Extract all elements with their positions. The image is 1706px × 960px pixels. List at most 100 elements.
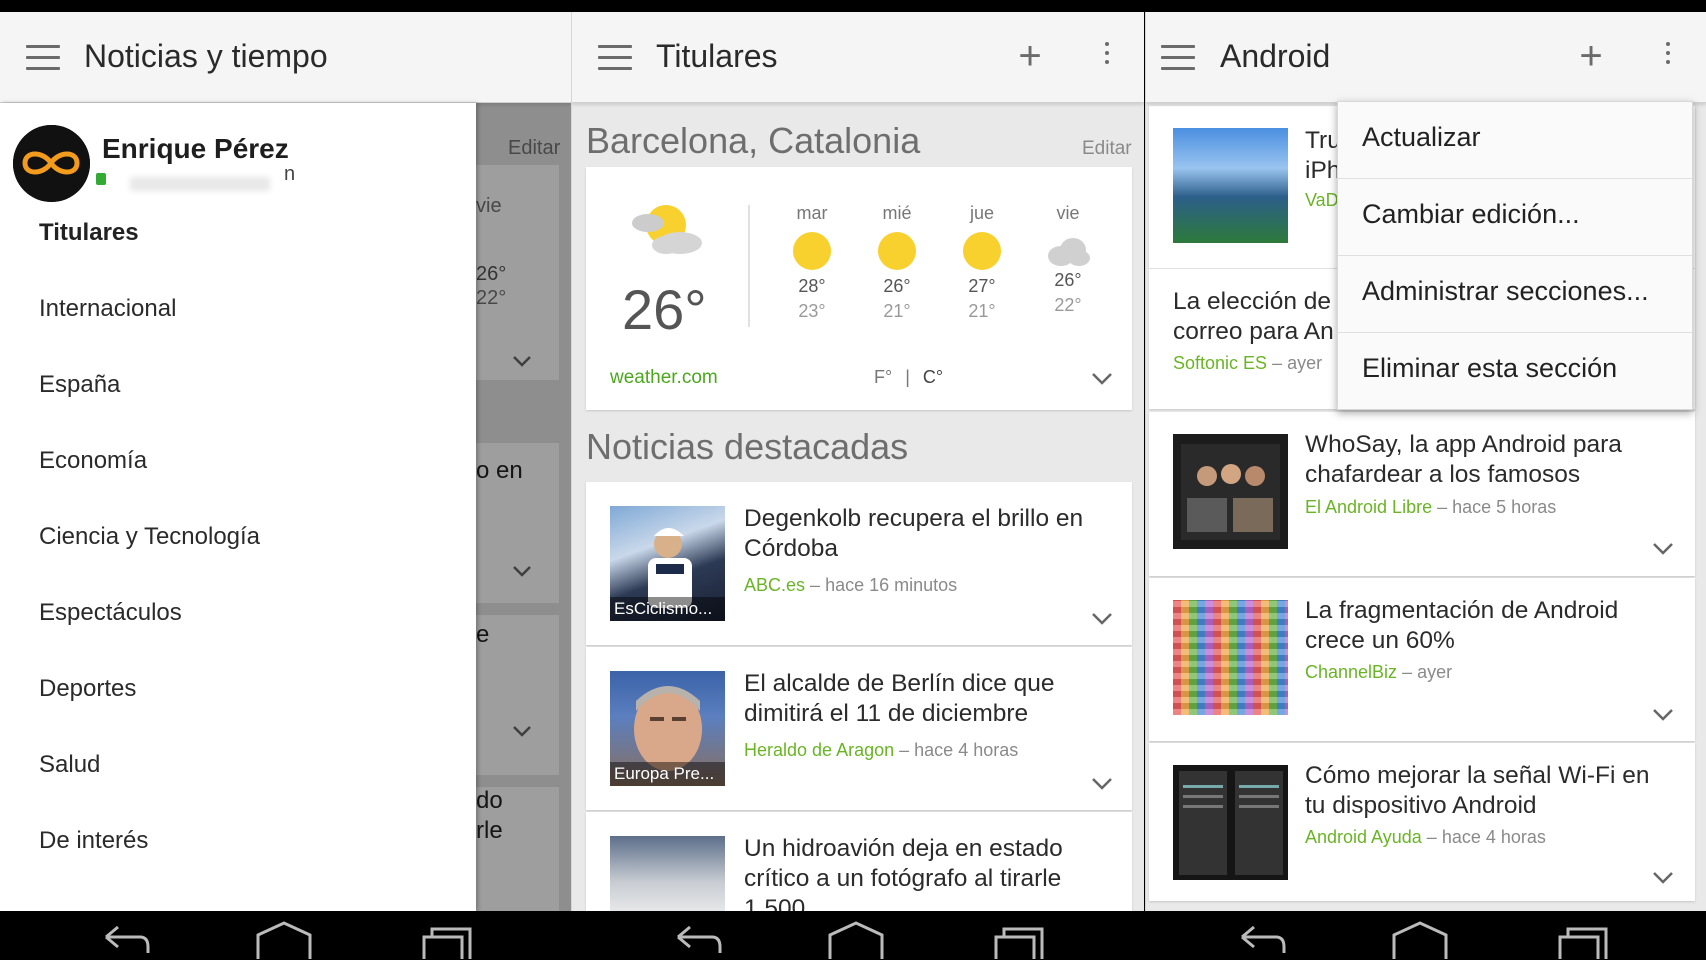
current-temperature: 26°: [622, 278, 707, 341]
navigation-drawer: Enrique Pérez n Titulares Internacional …: [0, 103, 476, 911]
news-title[interactable]: WhoSay, la app Android para chafardear a…: [1305, 430, 1675, 490]
partly-cloudy-icon: [632, 205, 702, 254]
recents-icon[interactable]: [1554, 919, 1614, 959]
forecast-day: vie 26° 22°: [1038, 203, 1098, 316]
nav-item-ciencia[interactable]: Ciencia y Tecnología: [39, 523, 260, 551]
news-card[interactable]: WhoSay, la app Android para chafardear a…: [1149, 412, 1695, 576]
overflow-menu: Actualizar Cambiar edición... Administra…: [1337, 101, 1693, 410]
news-card[interactable]: La fragmentación de Android crece un 60%…: [1149, 578, 1695, 741]
menu-icon[interactable]: [26, 45, 60, 71]
chevron-down-icon[interactable]: [1652, 708, 1674, 722]
home-icon[interactable]: [826, 919, 886, 959]
sun-icon: [793, 232, 831, 270]
nav-item-economia[interactable]: Economía: [39, 447, 147, 475]
forecast-day: mié 26° 21°: [867, 203, 927, 322]
news-source[interactable]: Heraldo de Aragon: [744, 740, 894, 760]
back-icon[interactable]: [1232, 919, 1292, 959]
avatar[interactable]: [13, 125, 90, 202]
news-title[interactable]: El alcalde de Berlín dice que dimitirá e…: [744, 669, 1114, 729]
news-thumbnail: [1173, 765, 1288, 880]
news-source[interactable]: ABC.es: [744, 575, 805, 595]
chevron-down-icon[interactable]: [1091, 612, 1113, 626]
recents-icon[interactable]: [418, 919, 478, 959]
news-title[interactable]: Un hidroavión deja en estado crítico a u…: [744, 834, 1114, 911]
thumbnail-caption: Europa Pre...: [610, 762, 725, 786]
news-meta: Softonic ES – ayer: [1173, 353, 1322, 374]
news-source[interactable]: Android Ayuda: [1305, 827, 1422, 847]
add-icon[interactable]: +: [1012, 36, 1048, 76]
fahrenheit-option[interactable]: F°: [874, 367, 892, 387]
add-icon[interactable]: +: [1573, 36, 1609, 76]
app-bar: Android +: [1146, 12, 1706, 103]
nav-item-titulares[interactable]: Titulares: [39, 219, 139, 247]
app-title: Titulares: [656, 38, 778, 74]
news-thumbnail: EsCiclismo...: [610, 506, 725, 621]
more-vert-icon[interactable]: [1662, 42, 1674, 72]
news-source[interactable]: El Android Libre: [1305, 497, 1432, 517]
day-low: 21°: [968, 301, 996, 321]
sun-icon: [963, 232, 1001, 270]
news-source[interactable]: ChannelBiz: [1305, 662, 1397, 682]
menu-item-eliminar-seccion[interactable]: Eliminar esta sección: [1338, 333, 1692, 410]
user-name: Enrique Pérez: [102, 133, 289, 164]
news-card[interactable]: Cómo mejorar la señal Wi-Fi en tu dispos…: [1149, 743, 1695, 901]
back-icon[interactable]: [668, 919, 728, 959]
menu-item-actualizar[interactable]: Actualizar: [1338, 102, 1692, 179]
more-vert-icon[interactable]: [1101, 42, 1113, 72]
menu-item-cambiar-edicion[interactable]: Cambiar edición...: [1338, 179, 1692, 256]
phone-screenshot-image: [1179, 771, 1283, 875]
meta-separator: –: [1402, 662, 1413, 682]
news-source[interactable]: VaD: [1305, 190, 1339, 210]
day-low: 22°: [1054, 295, 1082, 315]
menu-icon[interactable]: [1161, 45, 1195, 71]
news-card[interactable]: EsCiclismo... Degenkolb recupera el bril…: [586, 482, 1132, 645]
news-title[interactable]: La fragmentación de Android crece un 60%: [1305, 596, 1675, 656]
back-icon[interactable]: [96, 919, 156, 959]
news-meta: Heraldo de Aragon – hace 4 horas: [744, 740, 1018, 761]
chevron-down-icon[interactable]: [1091, 777, 1113, 791]
nav-item-salud[interactable]: Salud: [39, 751, 100, 779]
chevron-down-icon[interactable]: [1652, 871, 1674, 885]
news-time: hace 16 minutos: [825, 575, 958, 595]
news-card[interactable]: Un hidroavión deja en estado crítico a u…: [586, 812, 1132, 911]
nav-item-deportes[interactable]: Deportes: [39, 675, 136, 703]
news-title[interactable]: La elección de correo para An: [1173, 287, 1343, 347]
home-icon[interactable]: [254, 919, 314, 959]
weather-source-link[interactable]: weather.com: [610, 367, 718, 389]
news-meta: ChannelBiz – ayer: [1305, 662, 1452, 683]
news-time: hace 4 horas: [1441, 827, 1546, 847]
news-card[interactable]: Europa Pre... El alcalde de Berlín dice …: [586, 647, 1132, 810]
unit-toggle[interactable]: F° | C°: [874, 367, 943, 388]
news-meta: VaD: [1305, 190, 1339, 211]
nav-item-espectaculos[interactable]: Espectáculos: [39, 599, 182, 627]
edit-link[interactable]: Editar: [1082, 138, 1132, 160]
menu-icon[interactable]: [598, 45, 632, 71]
news-source[interactable]: Softonic ES: [1173, 353, 1267, 373]
menu-item-administrar-secciones[interactable]: Administrar secciones...: [1338, 256, 1692, 333]
meta-separator: –: [810, 575, 821, 595]
news-meta: El Android Libre – hace 5 horas: [1305, 497, 1556, 518]
news-title[interactable]: Cómo mejorar la señal Wi-Fi en tu dispos…: [1305, 761, 1675, 821]
app-bar: Noticias y tiempo: [0, 12, 571, 103]
chevron-down-icon[interactable]: [1091, 372, 1113, 386]
news-title[interactable]: Degenkolb recupera el brillo en Córdoba: [744, 504, 1114, 564]
celsius-option[interactable]: C°: [923, 367, 943, 387]
email-trailing: n: [284, 163, 296, 185]
nav-item-internacional[interactable]: Internacional: [39, 295, 176, 323]
app-title: Noticias y tiempo: [84, 38, 328, 74]
nav-item-de-interes[interactable]: De interés: [39, 827, 148, 855]
drawer-scrim[interactable]: [476, 103, 571, 911]
day-low: 23°: [798, 301, 826, 321]
day-low: 21°: [883, 301, 911, 321]
home-icon[interactable]: [1390, 919, 1450, 959]
chevron-down-icon[interactable]: [1652, 542, 1674, 556]
account-icon: [96, 173, 106, 185]
news-thumbnail: [1173, 600, 1288, 715]
screen-titulares: Titulares + Barcelona, Catalonia Editar …: [571, 12, 1144, 911]
nav-item-espana[interactable]: España: [39, 371, 120, 399]
forecast-day: mar 28° 23°: [782, 203, 842, 322]
day-name: mar: [796, 203, 828, 223]
weather-card[interactable]: 26° mar 28° 23° mié 26° 21° jue 27° 21° …: [586, 167, 1132, 410]
recents-icon[interactable]: [990, 919, 1050, 959]
meta-separator: –: [1426, 827, 1437, 847]
